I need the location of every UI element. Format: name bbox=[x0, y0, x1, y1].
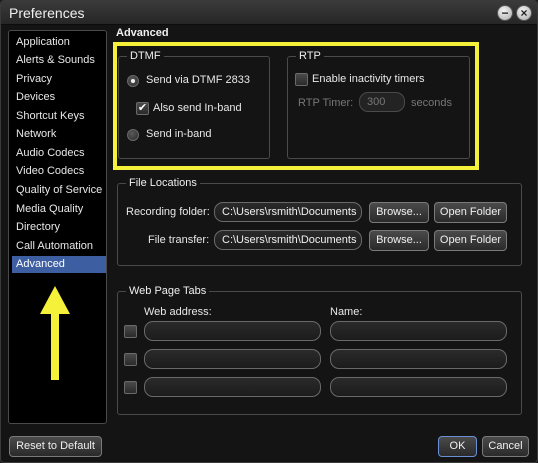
web-address-header: Web address: bbox=[144, 306, 212, 318]
sidebar-item-privacy[interactable]: Privacy bbox=[12, 71, 106, 88]
window-title: Preferences bbox=[9, 5, 85, 21]
web-page-tabs-group-label: Web Page Tabs bbox=[126, 285, 210, 297]
file-transfer-open-folder-button[interactable]: Open Folder bbox=[434, 230, 507, 251]
sidebar-item-media-quality[interactable]: Media Quality bbox=[12, 201, 106, 218]
minimize-icon: − bbox=[501, 6, 509, 20]
sidebar-item-call-automation[interactable]: Call Automation bbox=[12, 238, 106, 255]
name-header: Name: bbox=[330, 306, 363, 318]
web-tab-1-address-input[interactable] bbox=[144, 321, 321, 341]
sidebar-item-audio-codecs[interactable]: Audio Codecs bbox=[12, 145, 106, 162]
web-tab-1-name-input[interactable] bbox=[330, 321, 507, 341]
minimize-button[interactable]: − bbox=[497, 5, 513, 21]
sidebar-item-advanced[interactable]: Advanced bbox=[12, 256, 106, 273]
preferences-window: Preferences − × Application Alerts & Sou… bbox=[0, 0, 538, 463]
reset-to-default-button[interactable]: Reset to Default bbox=[9, 436, 102, 457]
web-tab-3-name-input[interactable] bbox=[330, 377, 507, 397]
sidebar-item-devices[interactable]: Devices bbox=[12, 89, 106, 106]
sidebar-item-network[interactable]: Network bbox=[12, 126, 106, 143]
web-tab-1-checkbox[interactable] bbox=[124, 325, 137, 338]
close-icon: × bbox=[520, 6, 528, 20]
web-tab-2-checkbox[interactable] bbox=[124, 353, 137, 366]
recording-folder-input[interactable]: C:\Users\rsmith\Documents bbox=[214, 202, 362, 222]
recording-open-folder-button[interactable]: Open Folder bbox=[434, 202, 507, 223]
recording-browse-button[interactable]: Browse... bbox=[369, 202, 429, 223]
file-transfer-input[interactable]: C:\Users\rsmith\Documents bbox=[214, 230, 362, 250]
web-tab-2-name-input[interactable] bbox=[330, 349, 507, 369]
title-bar[interactable]: Preferences − × bbox=[1, 1, 537, 25]
web-tab-3-checkbox[interactable] bbox=[124, 381, 137, 394]
section-title: Advanced bbox=[116, 27, 169, 39]
ok-button[interactable]: OK bbox=[438, 436, 477, 457]
sidebar-item-alerts-sounds[interactable]: Alerts & Sounds bbox=[12, 52, 106, 69]
web-tab-2-address-input[interactable] bbox=[144, 349, 321, 369]
web-page-tabs-group: Web Page Tabs Web address: Name: bbox=[117, 285, 522, 415]
annotation-highlight-box bbox=[113, 42, 479, 170]
sidebar-item-quality-of-service[interactable]: Quality of Service bbox=[12, 182, 106, 199]
recording-folder-label: Recording folder: bbox=[126, 206, 210, 218]
file-locations-group-label: File Locations bbox=[126, 177, 200, 189]
sidebar-item-application[interactable]: Application bbox=[12, 34, 106, 51]
annotation-arrow bbox=[40, 286, 70, 380]
sidebar-item-directory[interactable]: Directory bbox=[12, 219, 106, 236]
sidebar-item-video-codecs[interactable]: Video Codecs bbox=[12, 163, 106, 180]
file-locations-group: File Locations Recording folder: C:\User… bbox=[117, 177, 522, 266]
file-transfer-label: File transfer: bbox=[148, 234, 210, 246]
sidebar-item-shortcut-keys[interactable]: Shortcut Keys bbox=[12, 108, 106, 125]
cancel-button[interactable]: Cancel bbox=[482, 436, 529, 457]
close-button[interactable]: × bbox=[516, 5, 532, 21]
web-tab-3-address-input[interactable] bbox=[144, 377, 321, 397]
file-transfer-browse-button[interactable]: Browse... bbox=[369, 230, 429, 251]
